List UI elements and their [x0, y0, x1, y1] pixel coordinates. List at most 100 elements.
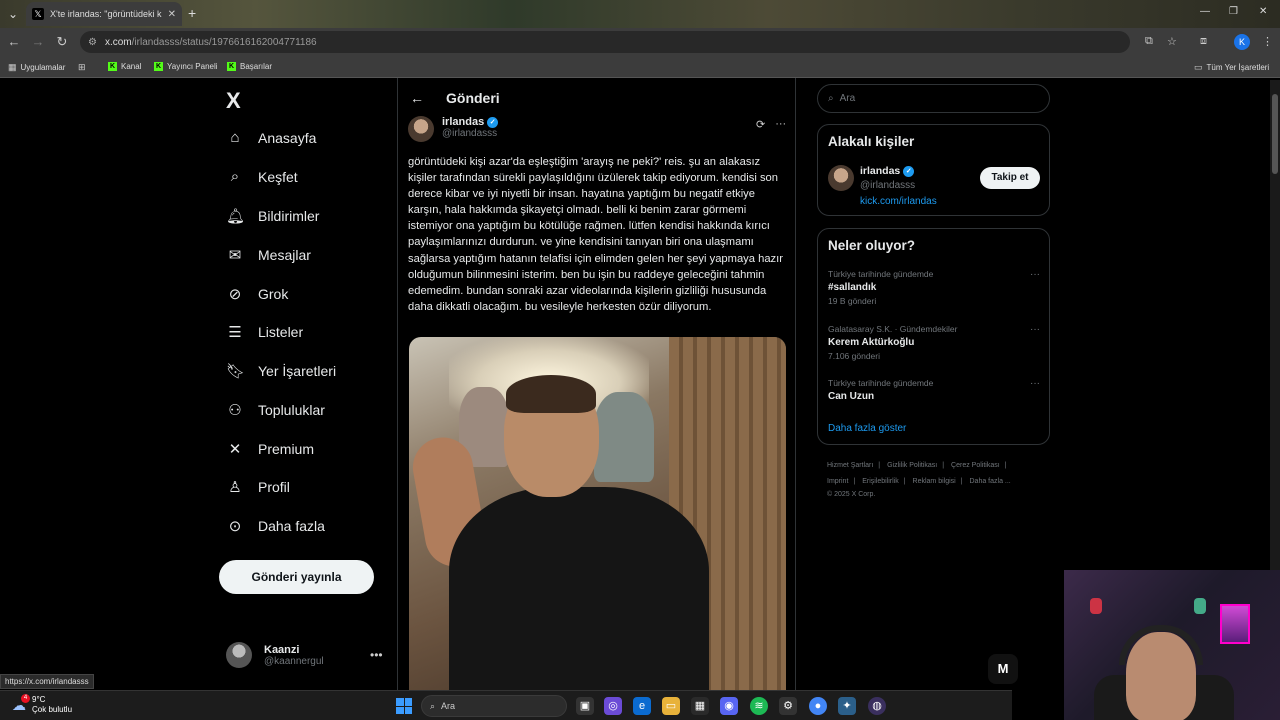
more-dots-icon[interactable]: •••: [370, 648, 383, 662]
chrome-icon[interactable]: ●: [809, 697, 827, 715]
messages-fab[interactable]: M: [988, 654, 1018, 684]
post-author[interactable]: irlandas ✓ @irlandasss: [408, 116, 499, 142]
steam-icon[interactable]: ⚙: [779, 697, 797, 715]
edge-icon[interactable]: e: [633, 697, 651, 715]
task-view-icon[interactable]: ▣: [576, 697, 594, 715]
more-dots-icon[interactable]: ···: [775, 118, 786, 131]
related-people-card: Alakalı kişiler irlandas ✓ @irlandasss ki…: [817, 124, 1050, 216]
forward-icon[interactable]: →: [30, 34, 46, 49]
author-handle[interactable]: @irlandasss: [442, 128, 498, 139]
discord-icon[interactable]: ◉: [720, 697, 738, 715]
close-tab-icon[interactable]: ✕: [168, 9, 176, 20]
profile-avatar[interactable]: K: [1234, 34, 1250, 50]
kick-icon: K: [108, 62, 117, 71]
nav-item-explore[interactable]: ⌕ Keşfet: [226, 168, 298, 185]
nav-item-premium[interactable]: ✕ Premium: [226, 440, 314, 458]
file-explorer-icon[interactable]: ▭: [662, 697, 680, 715]
list-icon: ☰: [228, 324, 242, 341]
nav-item-notifications[interactable]: 🔔︎ Bildirimler: [226, 207, 319, 225]
weather-widget[interactable]: ☁ 4 9°C Çok bulutlu: [12, 693, 73, 715]
account-switcher[interactable]: Kaanzi @kaannergul •••: [226, 642, 383, 668]
app-icon[interactable]: ◍: [868, 697, 886, 715]
post-button[interactable]: Gönderi yayınla: [219, 560, 374, 594]
bookmark-grid[interactable]: ⊞: [78, 62, 86, 73]
footer-link[interactable]: Daha fazla ...: [970, 478, 1011, 485]
post-tools: ⟳ ···: [756, 118, 786, 131]
back-icon[interactable]: ←: [6, 34, 22, 49]
related-handle[interactable]: @irlandasss: [860, 180, 915, 191]
nav-label: Premium: [258, 441, 315, 457]
close-window-icon[interactable]: ✕: [1259, 6, 1267, 17]
trend-title: Kerem Aktürkoğlu: [828, 337, 915, 348]
copilot-icon[interactable]: ◎: [604, 697, 622, 715]
search-icon: ⌕: [230, 168, 240, 185]
reload-icon[interactable]: ↻: [54, 34, 70, 50]
trend-item[interactable]: Galatasaray S.K. · Gündemdekiler Kerem A…: [828, 324, 1040, 361]
footer-link[interactable]: Reklam bilgisi: [913, 478, 956, 485]
grok-explain-icon[interactable]: ⟳: [756, 118, 765, 131]
trends-card: Neler oluyor? Türkiye tarihinde gündemde…: [817, 228, 1050, 445]
bookmark-yayinci-paneli[interactable]: K Yayıncı Paneli: [154, 62, 218, 71]
nav-item-more[interactable]: ⊙ Daha fazla: [226, 517, 325, 535]
footer-link[interactable]: Çerez Politikası: [951, 462, 1000, 469]
browser-tab[interactable]: 𝕏 X'te irlandas: "görüntüdeki kişi ✕: [26, 2, 182, 26]
nav-label: Keşfet: [258, 168, 298, 185]
author-name-row[interactable]: irlandas ✓: [442, 116, 499, 128]
avatar[interactable]: [828, 165, 854, 191]
nav-item-home[interactable]: ⌂ Anasayfa: [226, 129, 316, 146]
footer-link[interactable]: Hizmet Şartları: [827, 462, 873, 469]
nav-label: Anasayfa: [258, 129, 317, 146]
app-icon[interactable]: ✦: [838, 697, 856, 715]
tab-list-chevron-icon[interactable]: ⌄: [4, 5, 22, 23]
card-title: Alakalı kişiler: [828, 134, 915, 149]
restore-icon[interactable]: ❐: [1229, 6, 1238, 17]
related-name[interactable]: irlandas: [860, 165, 900, 177]
weather-condition: Çok bulutlu: [32, 705, 73, 714]
more-dots-icon[interactable]: ···: [1030, 269, 1040, 280]
spotify-icon[interactable]: ≋: [750, 697, 768, 715]
nav-item-bookmarks[interactable]: 🔖︎ Yer İşaretleri: [226, 362, 336, 380]
avatar[interactable]: [408, 116, 434, 142]
site-info-icon[interactable]: ⚙: [88, 37, 97, 48]
footer-link[interactable]: Imprint: [827, 478, 848, 485]
taskbar-search[interactable]: ⌕ Ara: [421, 695, 567, 717]
x-logo-icon[interactable]: X: [226, 88, 241, 114]
back-arrow-icon[interactable]: ←: [410, 90, 424, 106]
bookmark-apps[interactable]: ▦ Uygulamalar: [8, 62, 65, 73]
search-input[interactable]: ⌕ Ara: [817, 84, 1050, 113]
new-tab-icon[interactable]: +: [188, 5, 196, 21]
all-bookmarks[interactable]: ▭ Tüm Yer İşaretleri: [1194, 62, 1269, 73]
extensions-icon[interactable]: ⧈: [1200, 35, 1207, 48]
trend-item[interactable]: Türkiye tarihinde gündemde #sallandık 19…: [828, 269, 1040, 306]
minimize-icon[interactable]: —: [1200, 6, 1210, 17]
nav-item-lists[interactable]: ☰ Listeler: [226, 323, 303, 341]
footer-link[interactable]: Gizlilik Politikası: [887, 462, 937, 469]
bookmark-basarilar[interactable]: K Başarılar: [227, 62, 272, 71]
install-app-icon[interactable]: ⧉: [1145, 35, 1153, 48]
author-name[interactable]: irlandas: [442, 116, 484, 128]
follow-button[interactable]: Takip et: [980, 167, 1040, 189]
menu-icon[interactable]: ⋮: [1262, 35, 1273, 48]
nav-item-messages[interactable]: ✉ Mesajlar: [226, 246, 311, 264]
bookmark-star-icon[interactable]: ☆: [1167, 35, 1177, 48]
search-icon: ⌕: [430, 700, 436, 711]
url-bar[interactable]: ⚙ x.com/irlandasss/status/19766161620047…: [80, 31, 1130, 53]
related-name-row[interactable]: irlandas ✓: [860, 165, 915, 177]
footer-link[interactable]: Erişilebilirlik: [862, 478, 899, 485]
nav-item-profile[interactable]: ♙ Profil: [226, 478, 290, 496]
nav-item-communities[interactable]: ⚇ Topluluklar: [226, 401, 325, 419]
scrollbar-thumb[interactable]: [1272, 94, 1278, 174]
bookmark-kanal[interactable]: K Kanal: [108, 62, 141, 71]
related-link[interactable]: kick.com/irlandas: [860, 196, 937, 207]
windows-start-icon[interactable]: [396, 698, 412, 714]
more-dots-icon[interactable]: ···: [1030, 324, 1040, 335]
url-text: x.com/irlandasss/status/1976616162004771…: [105, 37, 317, 48]
nav-item-grok[interactable]: ⊘ Grok: [226, 285, 289, 303]
more-dots-icon[interactable]: ···: [1030, 378, 1040, 389]
bookmark-label: Kanal: [121, 62, 142, 71]
store-icon[interactable]: ▦: [691, 697, 709, 715]
search-icon: ⌕: [828, 93, 834, 104]
trend-item[interactable]: Türkiye tarihinde gündemde Can Uzun ···: [828, 378, 1040, 402]
show-more-link[interactable]: Daha fazla göster: [828, 423, 906, 434]
post-image[interactable]: [409, 337, 786, 690]
